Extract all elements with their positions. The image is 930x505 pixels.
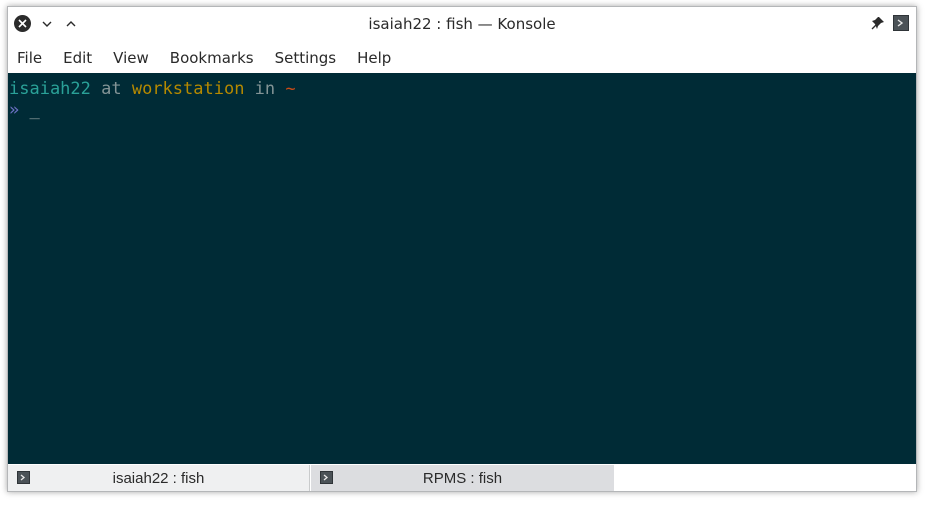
tab-isaiah22-fish[interactable]: isaiah22 : fish (8, 465, 310, 491)
input-line: » _ (9, 100, 40, 120)
prompt-host: workstation (131, 79, 245, 99)
pin-icon[interactable] (871, 16, 885, 30)
terminal-cursor: _ (29, 100, 40, 120)
prompt-symbol: » (9, 100, 20, 120)
menu-help[interactable]: Help (347, 49, 401, 67)
menu-file[interactable]: File (8, 49, 52, 67)
window-title: isaiah22 : fish — Konsole (368, 15, 556, 33)
tab-label: RPMS : fish (422, 470, 503, 487)
konsole-window: isaiah22 : fish — Konsole File Edit View… (7, 6, 917, 492)
menu-settings[interactable]: Settings (265, 49, 347, 67)
menu-edit[interactable]: Edit (53, 49, 102, 67)
terminal-area[interactable]: isaiah22 at workstation in ~ » _ (8, 73, 916, 464)
konsole-app-icon[interactable] (893, 15, 909, 31)
tab-rpms-fish[interactable]: RPMS : fish (311, 465, 614, 491)
menu-bar: File Edit View Bookmarks Settings Help (8, 45, 916, 71)
tab-label: isaiah22 : fish (112, 470, 205, 487)
title-bar[interactable]: isaiah22 : fish — Konsole (8, 7, 916, 40)
menu-view[interactable]: View (103, 49, 159, 67)
prompt-at: at (90, 79, 132, 99)
prompt-in: in (244, 79, 286, 99)
tab-bar: isaiah22 : fish RPMS : fish (8, 464, 916, 491)
prompt-user: isaiah22 (9, 79, 91, 99)
prompt-line: isaiah22 at workstation in ~ (9, 79, 296, 99)
prompt-dir: ~ (285, 79, 296, 99)
menu-bookmarks[interactable]: Bookmarks (160, 49, 264, 67)
